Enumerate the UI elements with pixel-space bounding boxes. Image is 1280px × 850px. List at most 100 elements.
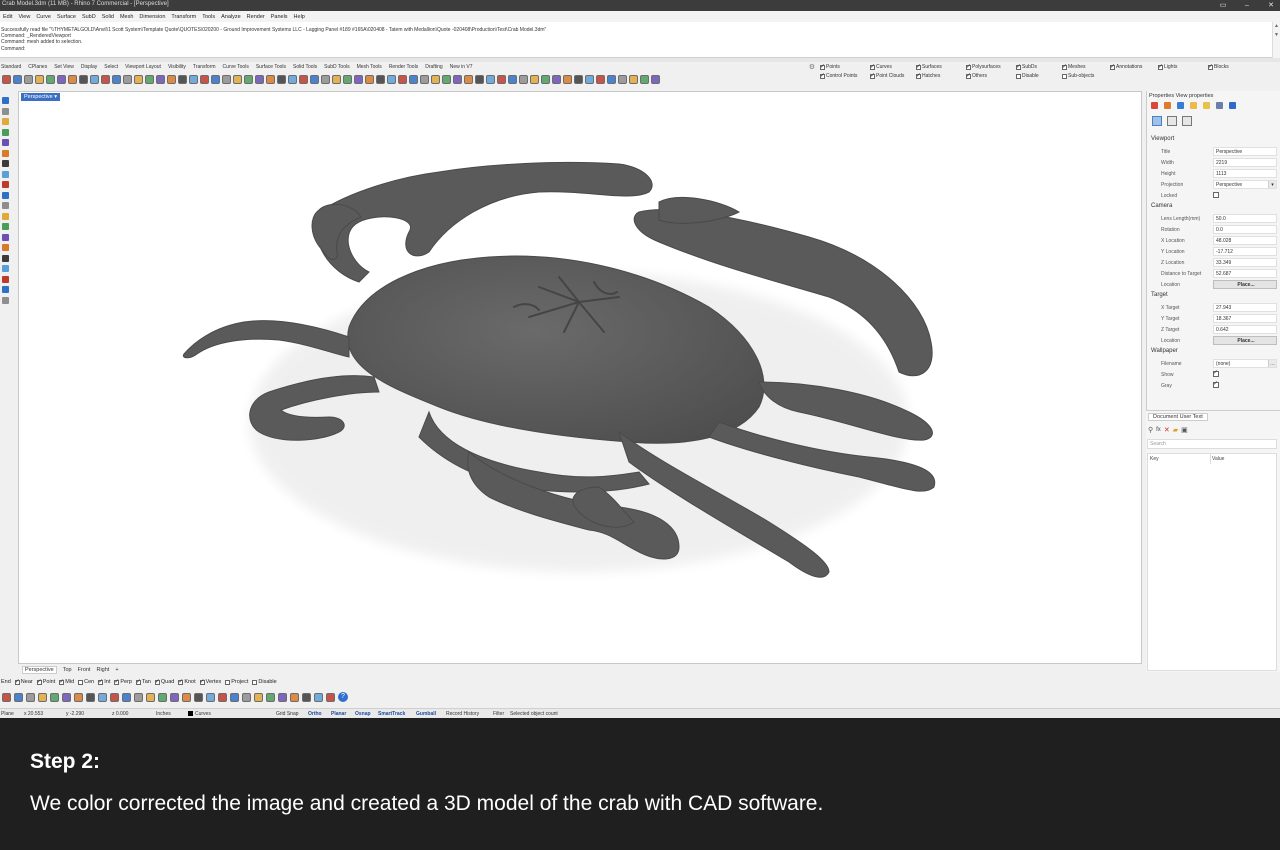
osnap-near[interactable]: Near <box>14 678 33 685</box>
tool-icon[interactable] <box>206 692 215 702</box>
title-field[interactable]: Perspective <box>1213 147 1277 156</box>
tool-icon[interactable] <box>302 692 311 702</box>
tool-icon[interactable] <box>134 692 143 702</box>
tool-icon[interactable] <box>255 74 264 84</box>
tool-icon[interactable] <box>2 107 9 115</box>
help-icon[interactable] <box>1229 102 1236 109</box>
grid-snap-toggle[interactable]: Grid Snap <box>276 711 299 717</box>
material-icon[interactable] <box>1164 102 1171 109</box>
rotation-field[interactable]: 0.0 <box>1213 225 1277 234</box>
object-icon[interactable] <box>1151 102 1158 109</box>
menu-subd[interactable]: SubD <box>82 14 96 20</box>
tool-icon[interactable] <box>314 692 323 702</box>
tool-icon[interactable] <box>24 74 33 84</box>
tab-set-view[interactable]: Set View <box>54 64 74 70</box>
osnap-disable[interactable]: Disable <box>252 679 277 685</box>
planar-toggle[interactable]: Planar <box>331 711 346 717</box>
tool-icon[interactable] <box>200 74 209 84</box>
filter-hatches[interactable]: Hatches <box>916 72 940 79</box>
tool-icon[interactable] <box>354 74 363 84</box>
tool-icon[interactable] <box>122 692 131 702</box>
tab-top[interactable]: Top <box>63 667 72 673</box>
tool-icon[interactable] <box>68 74 77 84</box>
tool-icon[interactable] <box>50 692 59 702</box>
z-target-field[interactable]: 0.642 <box>1213 325 1277 334</box>
camera-icon[interactable] <box>1152 116 1162 126</box>
filter-meshes[interactable]: Meshes <box>1062 63 1086 70</box>
tool-icon[interactable] <box>278 692 287 702</box>
menu-mesh[interactable]: Mesh <box>120 14 133 20</box>
tool-icon[interactable] <box>277 74 286 84</box>
osnap-perp[interactable]: Perp <box>114 678 132 685</box>
filter-icon[interactable]: ⚲ <box>1148 426 1153 434</box>
filter-others[interactable]: Others <box>966 72 987 79</box>
tool-icon[interactable] <box>431 74 440 84</box>
key-column-header[interactable]: Key <box>1150 456 1159 462</box>
help-icon[interactable]: ? <box>338 692 348 702</box>
menu-solid[interactable]: Solid <box>102 14 114 20</box>
tab-new-in-v7[interactable]: New in V7 <box>450 64 473 70</box>
osnap-tan[interactable]: Tan <box>135 678 151 685</box>
tab-viewport-layout[interactable]: Viewport Layout <box>125 64 161 70</box>
tool-icon[interactable] <box>244 74 253 84</box>
tool-icon[interactable] <box>453 74 462 84</box>
tool-icon[interactable] <box>2 254 9 262</box>
tool-icon[interactable] <box>290 692 299 702</box>
smarttrack-toggle[interactable]: SmartTrack <box>378 711 405 717</box>
tool-icon[interactable] <box>57 74 66 84</box>
tool-icon[interactable] <box>2 160 9 167</box>
x-target-field[interactable]: 27.943 <box>1213 303 1277 312</box>
tool-icon[interactable] <box>475 74 484 84</box>
tool-icon[interactable] <box>398 74 407 84</box>
tab-solid-tools[interactable]: Solid Tools <box>293 64 317 70</box>
tool-icon[interactable] <box>519 74 528 84</box>
tool-icon[interactable] <box>123 74 132 84</box>
menu-edit[interactable]: Edit <box>3 14 12 20</box>
tab-perspective[interactable]: Perspective <box>22 665 57 674</box>
filter-annotations[interactable]: Annotations <box>1110 63 1142 70</box>
tool-icon[interactable] <box>629 74 638 84</box>
crab-model[interactable] <box>19 92 1142 664</box>
tool-icon[interactable] <box>2 170 9 178</box>
tab-drafting[interactable]: Drafting <box>425 64 443 70</box>
ortho-toggle[interactable]: Ortho <box>308 711 322 717</box>
tool-icon[interactable] <box>288 74 297 84</box>
command-prompt[interactable]: Command: <box>1 46 25 52</box>
tab-mesh-tools[interactable]: Mesh Tools <box>357 64 382 70</box>
tool-icon[interactable] <box>607 74 616 84</box>
viewport-icon[interactable] <box>1182 116 1192 126</box>
tab-cplanes[interactable]: CPlanes <box>28 64 47 70</box>
tab-surface-tools[interactable]: Surface Tools <box>256 64 286 70</box>
lens-field[interactable]: 50.0 <box>1213 214 1277 223</box>
menu-dimension[interactable]: Dimension <box>139 14 165 20</box>
tool-icon[interactable] <box>574 74 583 84</box>
filename-field[interactable]: (none)… <box>1213 359 1277 368</box>
projection-select[interactable]: Perspective ▾ <box>1213 180 1277 189</box>
tool-icon[interactable] <box>86 692 95 702</box>
tool-icon[interactable] <box>222 74 231 84</box>
tool-icon[interactable] <box>14 692 23 702</box>
tool-icon[interactable] <box>326 692 335 702</box>
osnap-cen[interactable]: Cen <box>78 679 94 685</box>
tool-icon[interactable] <box>178 74 187 84</box>
osnap-vertex[interactable]: Vertex <box>199 678 221 685</box>
tool-icon[interactable] <box>497 74 506 84</box>
tab-render-tools[interactable]: Render Tools <box>389 64 418 70</box>
tab-front[interactable]: Front <box>78 667 91 673</box>
tool-icon[interactable] <box>486 74 495 84</box>
tool-icon[interactable] <box>2 692 11 702</box>
tool-icon[interactable] <box>156 74 165 84</box>
y-location-field[interactable]: -17.712 <box>1213 247 1277 256</box>
chevron-down-icon[interactable]: ▾ <box>1268 181 1276 188</box>
record-history-toggle[interactable]: Record History <box>446 711 479 717</box>
osnap-int[interactable]: Int <box>98 678 110 685</box>
menu-curve[interactable]: Curve <box>36 14 51 20</box>
tool-icon[interactable] <box>420 74 429 84</box>
tool-icon[interactable] <box>596 74 605 84</box>
osnap-mid[interactable]: Mid <box>59 678 74 685</box>
tool-icon[interactable] <box>242 692 251 702</box>
filter-subds[interactable]: SubDs <box>1016 63 1037 70</box>
show-checkbox[interactable] <box>1213 369 1219 377</box>
tool-icon[interactable] <box>563 74 572 84</box>
tool-icon[interactable] <box>2 296 9 304</box>
